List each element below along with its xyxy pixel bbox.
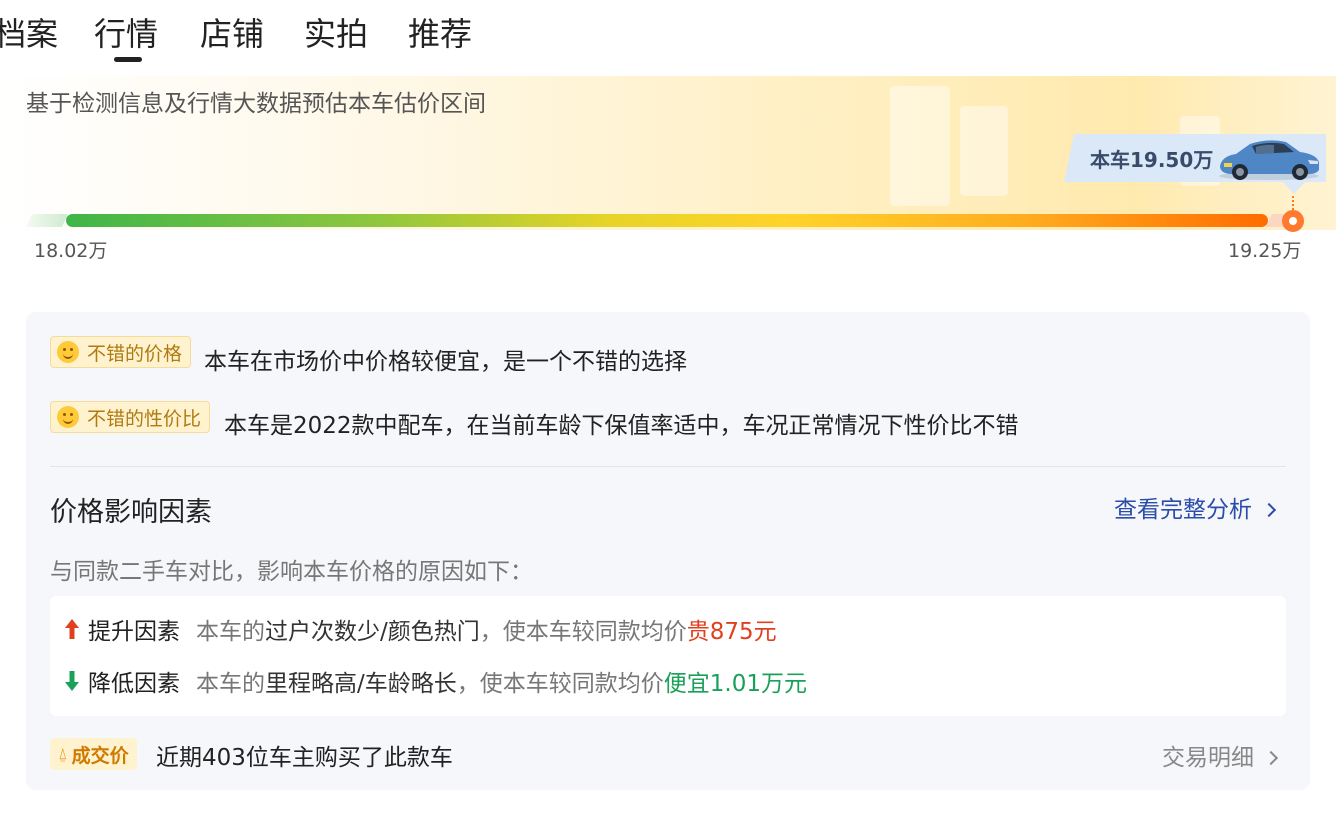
factor-middle: ，使本车较同款均价 xyxy=(456,671,664,697)
deal-price-tag: ⍙ 成交价 xyxy=(50,738,137,770)
tag-label: 不错的性价比 xyxy=(87,407,202,430)
factor-reason: 过户次数少/颜色热门 xyxy=(265,619,480,645)
bubble-pointer xyxy=(1281,180,1307,194)
chevron-right-icon xyxy=(1261,502,1277,518)
factors-title: 价格影响因素 xyxy=(50,497,212,528)
good-price-tag: 不错的价格 xyxy=(50,336,192,368)
full-analysis-link[interactable]: 查看完整分析 xyxy=(1114,490,1277,524)
estimate-subtitle: 基于检测信息及行情大数据预估本车估价区间 xyxy=(26,91,486,117)
factor-prefix: 本车的 xyxy=(196,671,265,697)
factor-value: 便宜1.01万元 xyxy=(663,671,807,697)
chevron-right-icon xyxy=(1263,750,1279,766)
factor-middle: ，使本车较同款均价 xyxy=(479,619,687,645)
deal-detail-link[interactable]: 交易明细 xyxy=(1162,738,1279,772)
tag-label: 不错的价格 xyxy=(87,342,183,365)
tab-photos[interactable]: 实拍 xyxy=(304,14,368,54)
divider xyxy=(50,466,1286,467)
factor-row-up: 提升因素 本车的 过户次数少/颜色热门 ，使本车较同款均价 贵875元 xyxy=(64,613,777,645)
factor-prefix: 本车的 xyxy=(196,619,265,645)
factor-label: 降低因素 xyxy=(88,671,180,697)
deal-detail-label: 交易明细 xyxy=(1162,745,1254,771)
banner-decoration xyxy=(960,106,1008,196)
factor-reason: 里程略高/车龄略长 xyxy=(265,671,457,697)
factor-label: 提升因素 xyxy=(88,619,180,645)
price-range-bar xyxy=(66,214,1268,227)
deal-tag-label: 成交价 xyxy=(71,744,129,767)
price-bar-left-cap xyxy=(26,214,68,227)
tab-market[interactable]: 行情 xyxy=(94,14,158,54)
tab-shop[interactable]: 店铺 xyxy=(200,14,264,54)
analysis-card: 不错的价格 本车在市场价中价格较便宜，是一个不错的选择 不错的性价比 本车是20… xyxy=(26,312,1310,790)
arrow-up-icon xyxy=(65,619,79,639)
active-tab-indicator xyxy=(114,57,142,62)
factors-list: 提升因素 本车的 过户次数少/颜色热门 ，使本车较同款均价 贵875元 降低因素… xyxy=(50,596,1286,716)
range-max-label: 19.25万 xyxy=(1228,240,1302,262)
full-analysis-label: 查看完整分析 xyxy=(1114,497,1252,523)
smile-icon xyxy=(57,406,79,428)
tab-recommend[interactable]: 推荐 xyxy=(408,14,472,54)
current-price-marker xyxy=(1282,210,1304,232)
tab-bar: 档案 行情 店铺 实拍 推荐 xyxy=(0,0,1336,70)
tab-archive[interactable]: 档案 xyxy=(0,14,58,54)
factor-value: 贵875元 xyxy=(686,619,777,645)
good-value-desc: 本车是2022款中配车，在当前车龄下保值率适中，车况正常情况下性价比不错 xyxy=(224,413,1019,439)
good-value-tag: 不错的性价比 xyxy=(50,401,211,433)
arrow-down-icon xyxy=(65,671,79,691)
smile-icon xyxy=(57,341,79,363)
price-estimate-section: 基于检测信息及行情大数据预估本车估价区间 本车19.50万 18.02万 19.… xyxy=(0,76,1336,286)
factor-row-down: 降低因素 本车的 里程略高/车龄略长 ，使本车较同款均价 便宜1.01万元 xyxy=(64,665,807,697)
deal-desc: 近期403位车主购买了此款车 xyxy=(156,745,453,771)
good-price-desc: 本车在市场价中价格较便宜，是一个不错的选择 xyxy=(204,349,687,375)
banner-decoration xyxy=(890,86,950,206)
tag-icon: ⍙ xyxy=(58,744,68,763)
car-icon xyxy=(1219,140,1319,180)
factors-subtitle: 与同款二手车对比，影响本车价格的原因如下： xyxy=(50,559,533,585)
range-min-label: 18.02万 xyxy=(34,240,108,262)
current-price-label: 本车19.50万 xyxy=(1090,148,1214,172)
